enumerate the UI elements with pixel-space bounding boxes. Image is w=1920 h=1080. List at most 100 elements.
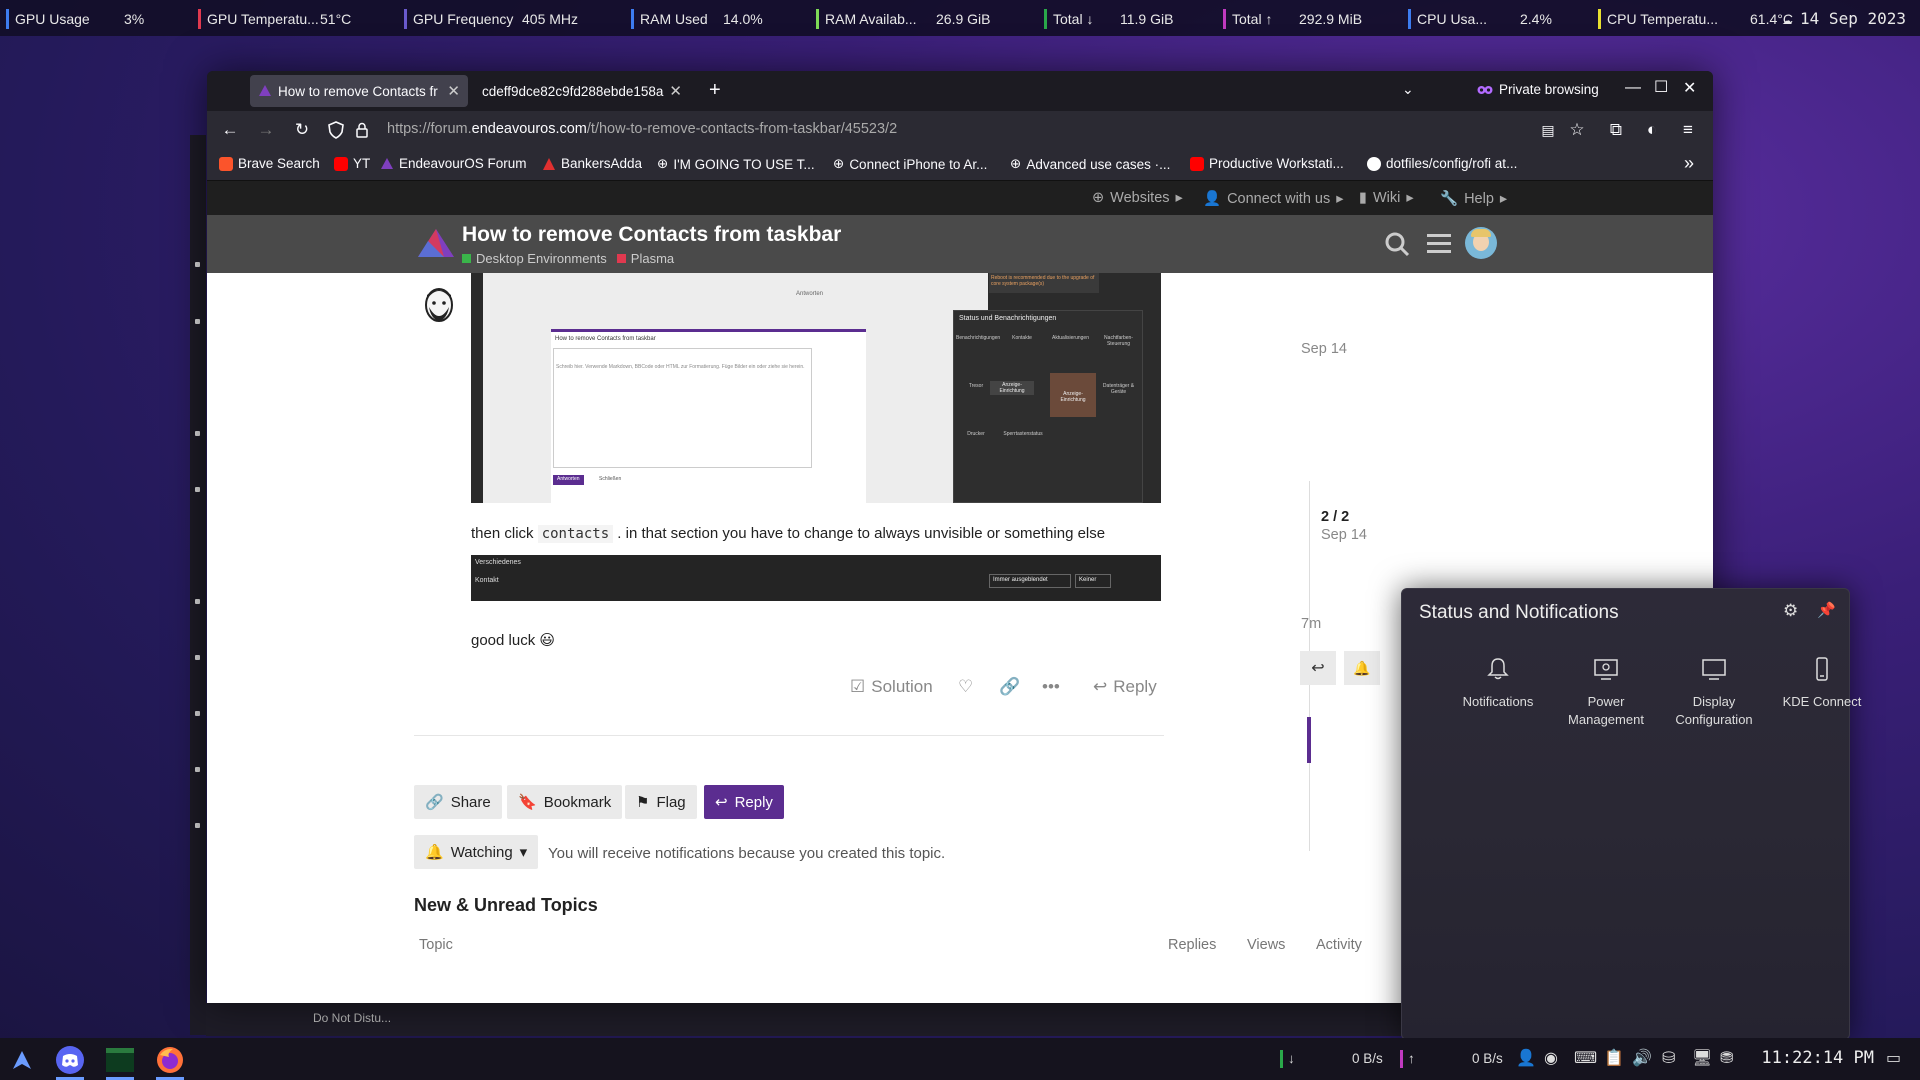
status-notifications-popup: Status and Notifications ⚙ 📌 Notificatio… [1401,588,1861,1040]
post-reply-button[interactable]: ↩ Reply [1093,677,1157,697]
reply-arrow-icon: ↩ [1093,677,1108,696]
close-window-icon[interactable]: ✕ [1683,78,1696,98]
youtube-favicon-icon [1190,156,1204,171]
popup-item-display-configuration[interactable]: Display Configuration [1664,655,1764,729]
bookmarks-overflow-chevron-icon[interactable]: » [1684,153,1694,174]
post-screenshot-contact-setting[interactable]: Verschiedenes Kontakt Immer ausgeblendet… [471,555,1161,601]
show-desktop-icon[interactable]: ▭ [1886,1048,1901,1068]
timeline-reply-arrow-icon[interactable]: ↩ [1300,651,1336,685]
extensions-puzzle-icon[interactable]: ⧉ [1605,119,1627,141]
bookmark-advanced-use-cases[interactable]: ⊕ Advanced use cases ·... [1010,156,1170,172]
discord-tray-icon[interactable]: ◉ [1544,1048,1558,1068]
lock-icon[interactable] [351,119,373,141]
display-tray-icon[interactable]: 🖥 [1692,1048,1712,1068]
bookmark-star-icon[interactable]: ☆ [1566,119,1588,141]
new-tab-button[interactable]: + [709,79,721,102]
app-launcher-icon[interactable] [4,1042,40,1078]
net-up-bar [1400,1050,1403,1068]
bookmark-yt[interactable]: YT [334,156,370,171]
user-tray-icon[interactable]: 👤 [1516,1048,1536,1068]
bookmark-dotfiles-rofi[interactable]: dotfiles/config/rofi at... [1367,156,1517,171]
inline-code-contacts: contacts [537,525,614,543]
keyboard-tray-icon[interactable]: ⌨ [1574,1048,1597,1068]
navigation-toolbar: ← → ↻ https://forum.endeavouros.com/t/ho… [207,111,1713,149]
bookmark-im-going-to-use[interactable]: ⊕ I'M GOING TO USE T... [657,156,815,172]
list-all-tabs-chevron-down-icon[interactable]: ⌄ [1402,81,1414,98]
drive-tray-icon[interactable]: ⛃ [1720,1048,1733,1068]
solution-button[interactable]: ☑ Solution [850,677,933,697]
nav-connect-with-us[interactable]: 👤 Connect with us ▸ [1203,190,1344,208]
timeline-handle[interactable] [1307,717,1311,763]
discord-icon [56,1046,84,1074]
category-plasma[interactable]: Plasma [616,251,674,266]
endeavouros-logo-icon[interactable] [414,227,456,261]
bookmark-endeavouros-forum[interactable]: EndeavourOS Forum [380,156,527,171]
more-options-icon[interactable]: ••• [1042,677,1060,697]
flag-icon: ⚑ [636,794,650,811]
flag-button[interactable]: ⚑ Flag [625,785,697,819]
like-heart-icon[interactable]: ♡ [958,677,973,697]
clipboard-tray-icon[interactable]: 📋 [1604,1048,1624,1068]
search-icon[interactable] [1384,231,1410,257]
tracking-protection-shield-icon[interactable] [325,119,347,141]
popup-item-kde-connect[interactable]: KDE Connect [1772,655,1872,711]
notification-level-dropdown[interactable]: 🔔 Watching ▾ [414,835,539,869]
url-bar[interactable]: https://forum.endeavouros.com/t/how-to-r… [387,121,897,137]
taskbar-discord[interactable] [52,1042,88,1080]
share-button[interactable]: 🔗 Share [414,785,502,819]
category-desktop-environments[interactable]: Desktop Environments [462,251,607,266]
configure-gear-icon[interactable]: ⚙ [1783,601,1798,621]
tab-how-to-remove-contacts[interactable]: How to remove Contacts fr ✕ [250,75,468,107]
nav-help[interactable]: 🔧 Help ▸ [1440,190,1507,208]
topic-reply-button[interactable]: ↩ Reply [704,785,784,819]
net-down-arrow: ↓ [1288,1051,1295,1066]
bookmark-connect-iphone[interactable]: ⊕ Connect iPhone to Ar... [833,156,987,172]
post-divider [414,735,1164,736]
timeline-notification-bell-icon[interactable]: 🔔 [1344,651,1380,685]
pin-icon[interactable]: 📌 [1817,601,1836,619]
disk-tray-icon[interactable]: ⛁ [1662,1048,1675,1068]
close-tab-icon[interactable]: ✕ [669,82,682,100]
topic-title[interactable]: How to remove Contacts from taskbar [462,223,841,247]
close-tab-icon[interactable]: ✕ [447,82,460,100]
nav-websites[interactable]: ⊕ Websites ▸ [1092,190,1183,206]
back-arrow-icon[interactable]: ← [219,119,241,141]
nav-wiki[interactable]: ▮ Wiki ▸ [1359,190,1414,206]
system-date[interactable]: ☁ 14 Sep 2023 [1782,9,1906,28]
timeline-start-date[interactable]: Sep 14 [1301,341,1347,357]
taskbar-clock[interactable]: 11:22:14 PM [1761,1048,1874,1068]
minimize-window-icon[interactable]: — [1625,79,1641,97]
sensor-ram-available: RAM Availab... 26.9 GiB [816,9,990,29]
bookmarks-toolbar: Brave Search YT EndeavourOS Forum Banker… [207,149,1713,181]
popup-item-notifications[interactable]: Notifications [1448,655,1548,711]
reader-view-icon[interactable]: ▤ [1537,119,1559,141]
column-header-activity[interactable]: Activity [1316,937,1362,953]
column-header-views[interactable]: Views [1247,937,1285,953]
maximize-window-icon[interactable]: ☐ [1654,77,1668,97]
taskbar-terminal[interactable] [102,1042,138,1080]
copy-link-icon[interactable]: 🔗 [999,677,1020,697]
volume-tray-icon[interactable]: 🔊 [1632,1048,1652,1068]
popup-item-power-management[interactable]: Power Management [1556,655,1656,729]
column-header-replies[interactable]: Replies [1168,937,1216,953]
menu-hamburger-icon[interactable]: ≡ [1677,119,1699,141]
extension-fox-icon[interactable]: ◐ [1641,119,1663,141]
taskbar-firefox[interactable] [152,1042,188,1080]
post-screenshot-kde-settings[interactable]: Reboot is recommended due to the upgrade… [471,273,1161,503]
timeline-position-date: Sep 14 [1321,527,1367,543]
timeline-end[interactable]: 7m [1301,616,1321,632]
brave-favicon-icon [219,156,233,171]
bookmark-brave-search[interactable]: Brave Search [219,156,320,171]
bookmark-productive-workstation[interactable]: Productive Workstati... [1190,156,1344,171]
bookmark-bankersadda[interactable]: BankersAdda [542,156,642,171]
column-header-topic[interactable]: Topic [419,937,453,953]
hamburger-menu-icon[interactable] [1427,232,1451,254]
forward-arrow-icon[interactable]: → [255,119,277,141]
author-avatar[interactable] [421,285,457,325]
endeavouros-favicon-icon [259,85,271,96]
sensor-ram-used: RAM Used 14.0% [631,9,763,29]
tab-cdeff9dce[interactable]: cdeff9dce82c9fd288ebde158a ✕ [472,75,690,107]
reload-icon[interactable]: ↻ [291,119,313,141]
user-avatar[interactable] [1465,227,1497,259]
bookmark-button[interactable]: 🔖 Bookmark [507,785,623,819]
